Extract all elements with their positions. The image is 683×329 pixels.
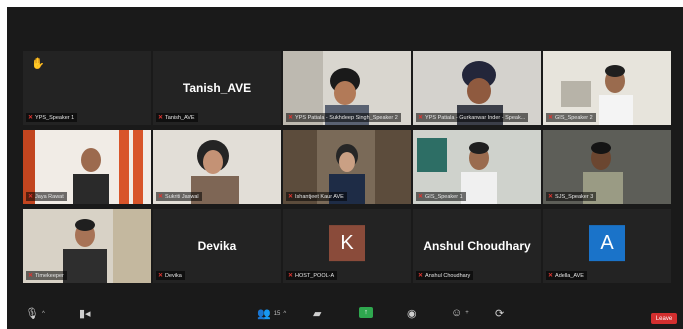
participant-tile-host-pool-a[interactable]: K ✕ HOST_POOL-A bbox=[283, 209, 411, 283]
participant-tile-sukriti-jaswal[interactable]: ✕ Sukriti Jaswal bbox=[153, 130, 281, 204]
mic-muted-icon: ✕ bbox=[548, 115, 554, 121]
participant-label: ✕ Adella_AVE bbox=[546, 271, 587, 280]
microphone-muted-icon: 🎙 bbox=[25, 308, 39, 320]
participant-tile-timekeeper[interactable]: ✕ Timekeeper bbox=[23, 209, 151, 283]
participant-label: ✕ YPS Patiala - Gurkanwar Inder - Speak..… bbox=[416, 113, 529, 122]
participant-tile-yps-speaker-1[interactable]: ✋ ✕ YPS_Speaker 1 bbox=[23, 51, 151, 125]
participant-name: Tanish_AVE bbox=[182, 81, 252, 95]
participant-label: ✕ GIS_Speaker 1 bbox=[416, 192, 466, 201]
mic-muted-icon: ✕ bbox=[548, 194, 554, 200]
participant-label: ✕ Tanish_AVE bbox=[156, 113, 198, 122]
chevron-up-icon[interactable]: ^ bbox=[283, 311, 286, 317]
mic-muted-icon: ✕ bbox=[288, 194, 294, 200]
mic-muted-icon: ✕ bbox=[288, 273, 294, 279]
mic-muted-icon: ✕ bbox=[548, 273, 554, 279]
participant-tile-sukhdeep-singh[interactable]: ✕ YPS Patiala - Sukhdeep Singh_Speaker 2 bbox=[283, 51, 411, 125]
participant-label: ✕ Sukriti Jaswal bbox=[156, 192, 202, 201]
participant-label: ✕ Ishantjeet Kaur AVE bbox=[286, 192, 347, 201]
mic-muted-icon: ✕ bbox=[158, 273, 164, 279]
mic-muted-icon: ✕ bbox=[158, 115, 164, 121]
participant-tile-ishantjeet-kaur[interactable]: ✕ Ishantjeet Kaur AVE bbox=[283, 130, 411, 204]
chat-button[interactable]: ▰ bbox=[313, 307, 321, 320]
participant-label: ✕ Timekeeper bbox=[26, 271, 67, 280]
record-icon: ◉ bbox=[407, 308, 417, 320]
participant-label: ✕ Devika bbox=[156, 271, 185, 280]
participant-label: ✕ YPS Patiala - Sukhdeep Singh_Speaker 2 bbox=[286, 113, 401, 122]
leave-button[interactable]: Leave bbox=[651, 313, 677, 324]
participants-button[interactable]: 👥 15 ^ bbox=[257, 307, 286, 320]
participant-label: ✕ GIS_Speaker 2 bbox=[546, 113, 596, 122]
mic-muted-icon: ✕ bbox=[28, 273, 34, 279]
avatar: K bbox=[329, 225, 365, 262]
participants-icon: 👥 bbox=[257, 308, 271, 320]
raised-hand-icon: ✋ bbox=[31, 58, 45, 70]
participant-label: ✕ YPS_Speaker 1 bbox=[26, 113, 78, 122]
share-screen-button[interactable]: ↑ bbox=[359, 307, 373, 318]
share-screen-icon: ↑ bbox=[359, 307, 373, 318]
participant-name: Devika bbox=[197, 239, 237, 253]
mic-muted-icon: ✕ bbox=[418, 273, 424, 279]
participant-label: ✕ Anshul Choudhary bbox=[416, 271, 474, 280]
mute-button[interactable]: 🎙 ^ bbox=[25, 307, 45, 320]
apps-button[interactable]: ⟳ bbox=[495, 307, 504, 320]
apps-icon: ⟳ bbox=[495, 308, 505, 320]
meeting-window: ✋ ✕ YPS_Speaker 1 Tanish_AVE ✕ Tanish_AVE … bbox=[7, 7, 683, 329]
participants-count: 15 bbox=[273, 310, 281, 317]
participant-tile-adella-ave[interactable]: A ✕ Adella_AVE bbox=[543, 209, 671, 283]
mic-muted-icon: ✕ bbox=[288, 115, 294, 121]
gallery-grid: ✋ ✕ YPS_Speaker 1 Tanish_AVE ✕ Tanish_AVE … bbox=[23, 51, 671, 285]
participant-tile-gis-speaker-2[interactable]: ✕ GIS_Speaker 2 bbox=[543, 51, 671, 125]
meeting-toolbar: 🎙 ^ ▮◂ 👥 15 ^ ▰ ↑ ◉ ☺ + ⟳ Leave bbox=[7, 303, 683, 329]
record-button[interactable]: ◉ bbox=[407, 307, 417, 320]
participant-tile-tanish-ave[interactable]: Tanish_AVE ✕ Tanish_AVE bbox=[153, 51, 281, 125]
smiley-icon: ☺ bbox=[451, 307, 463, 319]
participant-label: ✕ Jaya Rawat bbox=[26, 192, 67, 201]
participant-tile-gis-speaker-1[interactable]: ✕ GIS_Speaker 1 bbox=[413, 130, 541, 204]
plus-icon: + bbox=[465, 310, 469, 316]
mic-muted-icon: ✕ bbox=[28, 115, 34, 121]
chat-bubble-icon: ▰ bbox=[313, 308, 322, 320]
participant-tile-devika[interactable]: Devika ✕ Devika bbox=[153, 209, 281, 283]
mic-muted-icon: ✕ bbox=[418, 115, 424, 121]
stop-video-button[interactable]: ▮◂ bbox=[79, 307, 91, 320]
participant-tile-sjs-speaker-3[interactable]: ✕ SJS_Speaker 3 bbox=[543, 130, 671, 204]
mic-muted-icon: ✕ bbox=[158, 194, 164, 200]
mic-muted-icon: ✕ bbox=[28, 194, 34, 200]
mic-muted-icon: ✕ bbox=[418, 194, 424, 200]
video-camera-off-icon: ▮◂ bbox=[79, 308, 91, 320]
chevron-up-icon[interactable]: ^ bbox=[42, 311, 45, 317]
participant-tile-jaya-rawat[interactable]: ✕ Jaya Rawat bbox=[23, 130, 151, 204]
participant-tile-anshul-choudhary[interactable]: Anshul Choudhary ✕ Anshul Choudhary bbox=[413, 209, 541, 283]
participant-name: Anshul Choudhary bbox=[423, 239, 531, 253]
participant-label: ✕ HOST_POOL-A bbox=[286, 271, 338, 280]
participant-label: ✕ SJS_Speaker 3 bbox=[546, 192, 597, 201]
participant-tile-gurkanwar-inder[interactable]: ✕ YPS Patiala - Gurkanwar Inder - Speak..… bbox=[413, 51, 541, 125]
reactions-button[interactable]: ☺ + bbox=[451, 307, 469, 319]
avatar: A bbox=[589, 225, 625, 262]
